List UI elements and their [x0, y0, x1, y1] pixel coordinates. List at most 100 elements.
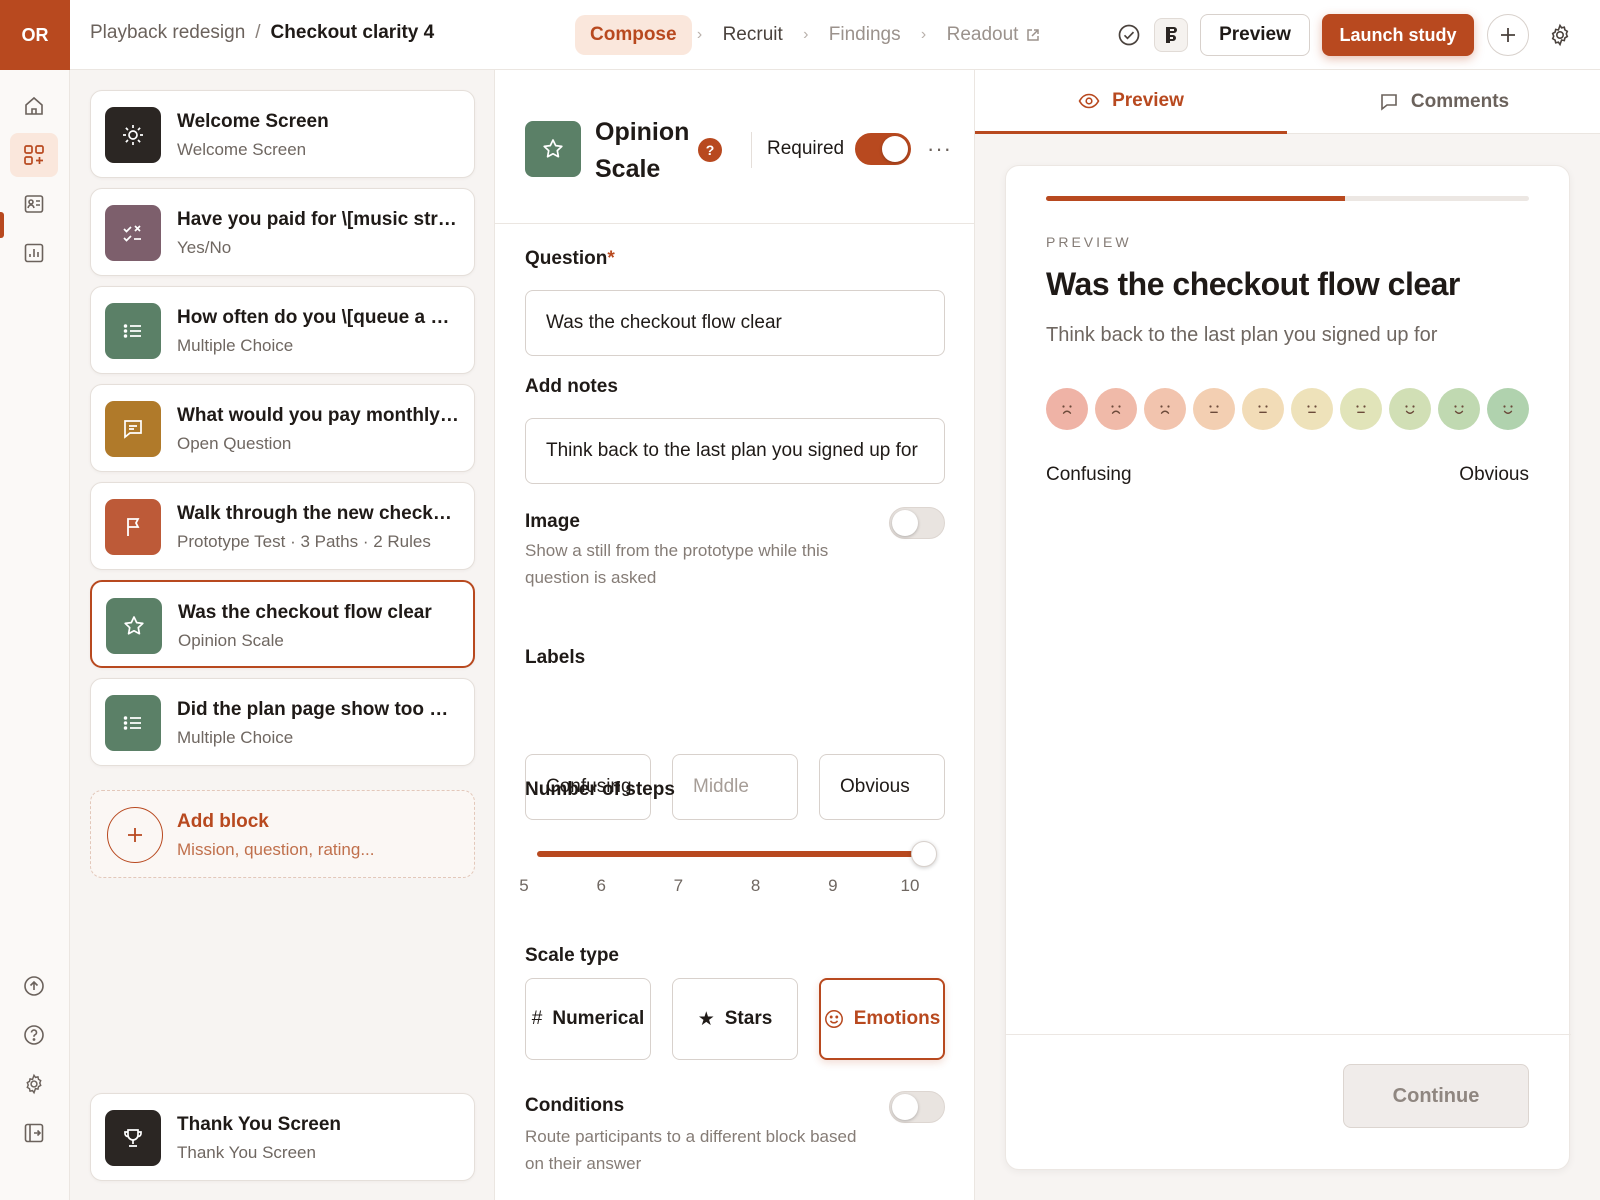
required-toggle[interactable]: [855, 133, 911, 165]
emotion-face-happy-icon[interactable]: [1487, 388, 1529, 430]
emotion-face-happy-icon[interactable]: [1389, 388, 1431, 430]
launch-study-button[interactable]: Launch study: [1322, 14, 1474, 56]
step-readout[interactable]: Readout: [932, 15, 1056, 55]
emotion-face-neutral-icon[interactable]: [1193, 388, 1235, 430]
emotion-face-neutral-icon[interactable]: [1340, 388, 1382, 430]
figma-icon[interactable]: [1154, 18, 1188, 52]
block-type: Welcome Screen: [177, 140, 307, 159]
block-title: Thank You Screen: [177, 1114, 342, 1135]
conditions-toggle[interactable]: [889, 1091, 945, 1123]
study-steps: Compose › Recruit › Findings › Readout: [575, 15, 1055, 55]
external-link-icon: [1026, 28, 1040, 42]
step-compose[interactable]: Compose: [575, 15, 692, 55]
preview-footer-divider: [1006, 1034, 1571, 1035]
star-icon: [106, 598, 162, 654]
required-star: *: [607, 248, 615, 269]
rail-active-marker: [0, 212, 4, 238]
block-yes-no[interactable]: Have you paid for \[music stre... Yes/No: [90, 188, 475, 276]
scale-type-emotions[interactable]: Emotions: [819, 978, 945, 1060]
home-icon[interactable]: [10, 84, 58, 128]
steps-tick: 5: [519, 876, 529, 895]
notes-label: Add notes: [525, 376, 618, 397]
divider: [751, 132, 752, 168]
preview-question-notes: Think back to the last plan you signed u…: [1046, 324, 1438, 346]
progress-fill: [1046, 196, 1346, 201]
help-icon[interactable]: [10, 1013, 58, 1057]
steps-slider-track[interactable]: [537, 851, 925, 857]
preview-label-low: Confusing: [1046, 464, 1132, 485]
participants-icon[interactable]: [10, 182, 58, 226]
block-type: Prototype Test · 3 Paths · 2 Rules: [177, 532, 431, 551]
hash-icon: #: [531, 1008, 543, 1029]
add-block-hint: Mission, question, rating...: [177, 840, 375, 859]
block-title: What would you pay monthly f...: [177, 405, 460, 426]
tab-comments[interactable]: Comments: [1288, 70, 1600, 134]
scale-type-numerical[interactable]: # Numerical: [525, 978, 651, 1060]
preview-label-high: Obvious: [1459, 464, 1529, 485]
breadcrumb-separator: /: [255, 22, 261, 43]
chevron-right-icon: ›: [920, 26, 927, 43]
more-options-icon[interactable]: ···: [927, 136, 952, 162]
label-middle-input[interactable]: Middle: [672, 754, 798, 820]
block-title: Have you paid for \[music stre...: [177, 209, 460, 230]
step-recruit[interactable]: Recruit: [708, 15, 798, 55]
scale-type-label: Scale type: [525, 945, 619, 966]
block-open-question[interactable]: What would you pay monthly f... Open Que…: [90, 384, 475, 472]
comment-icon: [1379, 92, 1399, 112]
block-title: Was the checkout flow clear: [178, 602, 432, 623]
help-icon[interactable]: ?: [698, 138, 722, 162]
label-high-input[interactable]: Obvious: [819, 754, 945, 820]
preview-button[interactable]: Preview: [1200, 14, 1310, 56]
emotion-scale: [1046, 388, 1529, 430]
block-opinion-scale[interactable]: Was the checkout flow clear Opinion Scal…: [90, 580, 475, 668]
chevron-right-icon: ›: [696, 26, 703, 43]
upload-icon[interactable]: [10, 964, 58, 1008]
block-type: Yes/No: [177, 238, 232, 257]
add-block-button[interactable]: Add block Mission, question, rating...: [90, 790, 475, 878]
image-toggle[interactable]: [889, 507, 945, 539]
breadcrumb: Playback redesign / Checkout clarity 4: [90, 22, 434, 44]
block-editor: Opinion Scale ? Required ··· Question* W…: [495, 70, 975, 1200]
chart-icon[interactable]: [10, 231, 58, 275]
block-thank-you-screen[interactable]: Thank You Screen Thank You Screen: [90, 1093, 475, 1181]
emotion-face-happy-icon[interactable]: [1438, 388, 1480, 430]
emotion-face-sad-icon[interactable]: [1046, 388, 1088, 430]
block-multiple-choice[interactable]: Did the plan page show too m... Multiple…: [90, 678, 475, 766]
add-icon[interactable]: [1487, 14, 1529, 56]
app-logo[interactable]: OR: [0, 0, 70, 70]
block-welcome-screen[interactable]: Welcome Screen Welcome Screen: [90, 90, 475, 178]
block-multiple-choice[interactable]: How often do you \[queue a pl... Multipl…: [90, 286, 475, 374]
notes-input[interactable]: Think back to the last plan you signed u…: [525, 418, 945, 484]
scale-type-stars[interactable]: ★ Stars: [672, 978, 798, 1060]
continue-button[interactable]: Continue: [1343, 1064, 1529, 1128]
settings-icon[interactable]: [10, 1062, 58, 1106]
emotion-face-sad-icon[interactable]: [1144, 388, 1186, 430]
toggle-knob: [882, 136, 908, 162]
gear-icon[interactable]: [1545, 20, 1575, 50]
blocks-icon[interactable]: [10, 133, 58, 177]
image-description: Show a still from the prototype while th…: [525, 541, 829, 587]
question-label: Question*: [525, 248, 615, 270]
scale-type-label-text: Numerical: [552, 1008, 645, 1029]
block-title: Walk through the new checkout: [177, 503, 460, 524]
labels-label: Labels: [525, 647, 586, 668]
preview-tabs: Preview Comments: [975, 70, 1600, 134]
tab-preview[interactable]: Preview: [975, 70, 1287, 134]
required-label: Required: [767, 138, 845, 159]
breadcrumb-parent[interactable]: Playback redesign: [90, 22, 245, 44]
step-findings[interactable]: Findings: [814, 15, 916, 55]
emotion-face-sad-icon[interactable]: [1095, 388, 1137, 430]
steps-slider-handle[interactable]: [911, 841, 937, 867]
sign-out-icon[interactable]: [10, 1111, 58, 1155]
preview-progress-bar: [1046, 196, 1529, 201]
top-bar: OR Playback redesign / Checkout clarity …: [0, 0, 1600, 70]
block-title: How often do you \[queue a pl...: [177, 307, 460, 328]
steps-tick: 6: [596, 876, 606, 895]
question-input[interactable]: Was the checkout flow clear: [525, 290, 945, 356]
block-type: Multiple Choice: [177, 336, 294, 355]
block-type: Opinion Scale: [178, 631, 284, 650]
check-circle-icon[interactable]: [1114, 20, 1144, 50]
block-prototype-test[interactable]: Walk through the new checkout Prototype …: [90, 482, 475, 570]
emotion-face-neutral-icon[interactable]: [1291, 388, 1333, 430]
emotion-face-neutral-icon[interactable]: [1242, 388, 1284, 430]
